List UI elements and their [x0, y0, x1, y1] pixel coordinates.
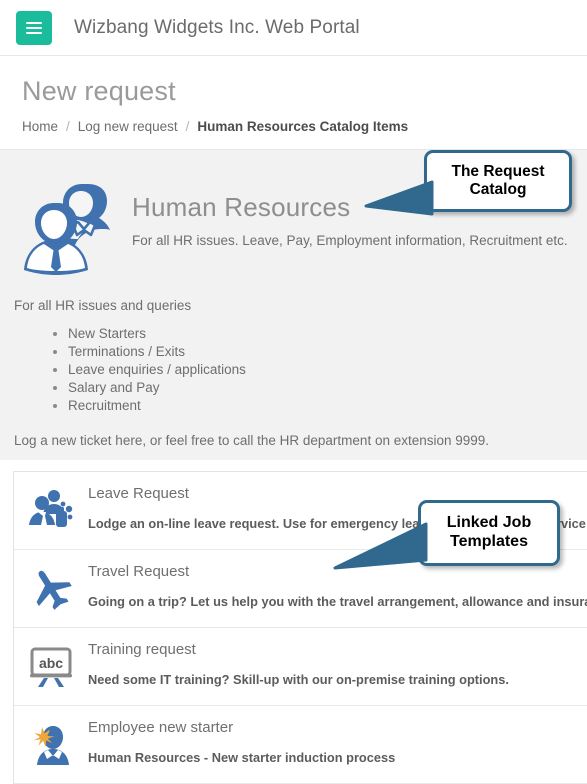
list-item-title: Training request — [88, 640, 196, 658]
annotation-callout-linked-job-templates: Linked Job Templates — [333, 500, 560, 570]
list-item-description: Human Resources - New starter induction … — [88, 749, 396, 765]
list-item: New Starters — [68, 325, 577, 343]
callout-pointer-tail — [333, 522, 428, 570]
callout-pointer-tail — [364, 180, 434, 216]
list-item: Terminations / Exits — [68, 343, 577, 361]
catalog-footer-note: Log a new ticket here, or feel free to c… — [14, 432, 490, 448]
list-item-title: Employee new starter — [88, 718, 234, 736]
catalog-intro: For all HR issues and queries — [14, 298, 192, 313]
people-with-suitcase-icon — [14, 483, 88, 535]
top-navigation-bar: Wizbang Widgets Inc. Web Portal — [0, 0, 587, 56]
callout-text-box: Linked Job Templates — [418, 500, 560, 566]
hamburger-bar — [26, 26, 42, 29]
list-item: Leave enquiries / applications — [68, 361, 577, 379]
svg-text:abc: abc — [39, 655, 63, 671]
page-title: New request — [22, 76, 176, 106]
portal-brand-title: Wizbang Widgets Inc. Web Portal — [74, 16, 360, 38]
list-item-text: Training request Need some IT training? … — [88, 639, 587, 687]
new-starter-person-icon — [14, 717, 88, 769]
breadcrumb-current: Human Resources Catalog Items — [197, 119, 409, 134]
breadcrumb-home[interactable]: Home — [22, 119, 58, 134]
breadcrumb-log-new-request[interactable]: Log new request — [78, 119, 178, 134]
list-item-description: Going on a trip? Let us help you with th… — [88, 593, 587, 609]
hamburger-bar — [26, 31, 42, 34]
list-item[interactable]: Employee new starter Human Resources - N… — [14, 706, 587, 784]
airplane-icon — [14, 561, 88, 613]
list-item: Salary and Pay — [68, 379, 577, 397]
breadcrumb-separator: / — [66, 119, 70, 134]
page-header: New request Home / Log new request / Hum… — [0, 56, 587, 149]
callout-text-box: The Request Catalog — [424, 150, 572, 212]
two-people-icon — [10, 170, 126, 282]
hamburger-bar — [26, 21, 42, 24]
catalog-body: For all HR issues and queries New Starte… — [10, 286, 577, 448]
breadcrumb: Home / Log new request / Human Resources… — [22, 119, 565, 149]
list-item-text: Employee new starter Human Resources - N… — [88, 717, 587, 765]
breadcrumb-separator: / — [185, 119, 190, 134]
catalog-topic-list: New Starters Terminations / Exits Leave … — [14, 325, 577, 415]
list-item-description: Need some IT training? Skill-up with our… — [88, 671, 509, 687]
list-item[interactable]: abc Training request Need some IT traini… — [14, 628, 587, 706]
list-item: Recruitment — [68, 397, 577, 415]
hamburger-menu-icon[interactable] — [16, 10, 52, 45]
abc-whiteboard-icon: abc — [14, 639, 88, 691]
annotation-callout-request-catalog: The Request Catalog — [364, 150, 572, 216]
catalog-description: For all HR issues. Leave, Pay, Employmen… — [132, 233, 568, 248]
